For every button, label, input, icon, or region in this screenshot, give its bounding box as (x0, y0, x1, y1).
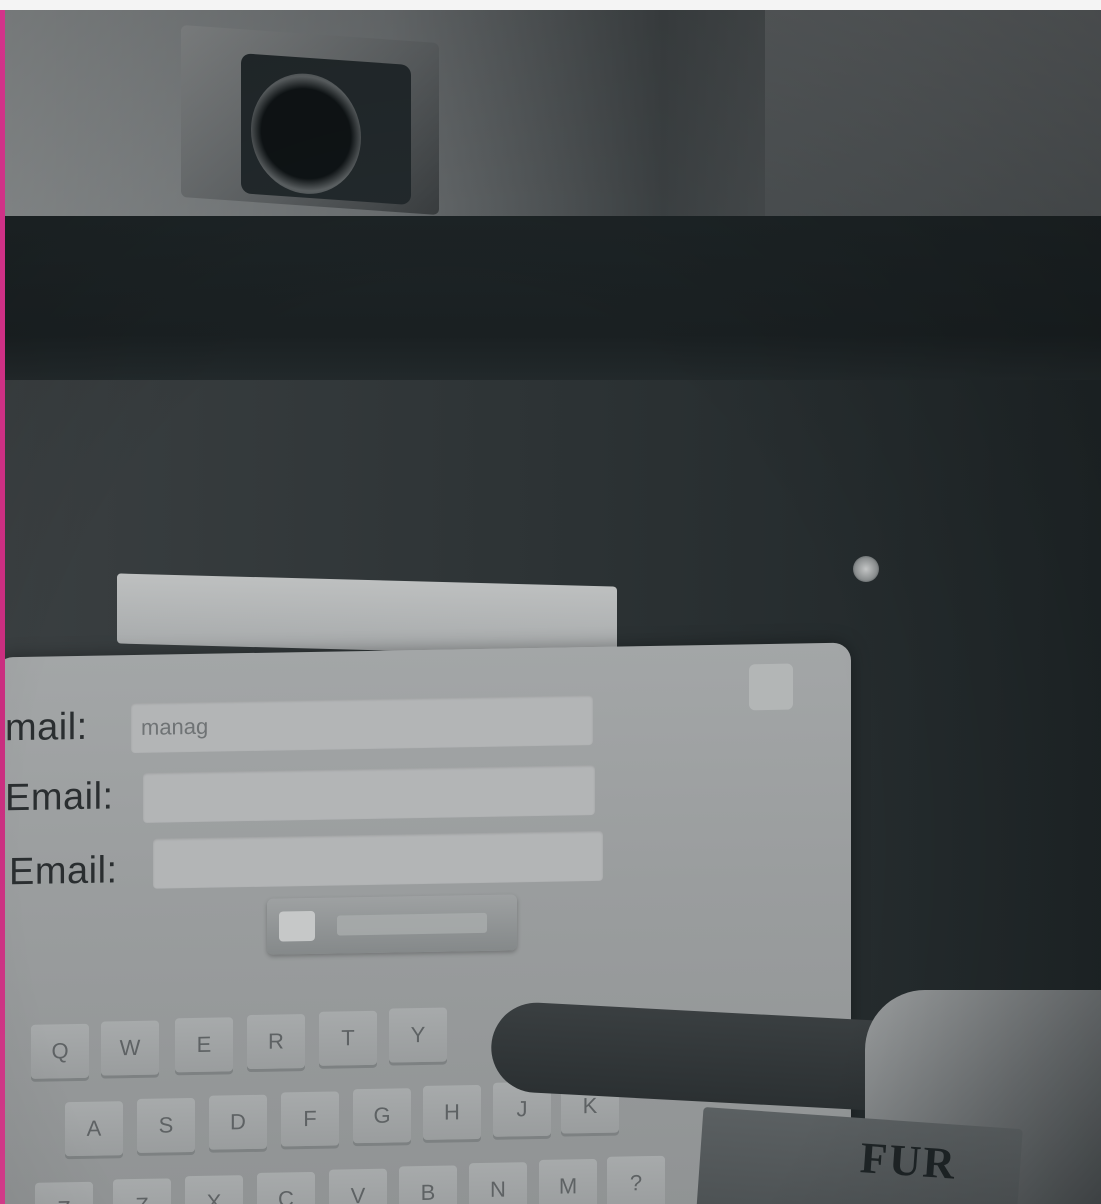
key: ? (607, 1155, 665, 1204)
key: Y (389, 1007, 447, 1063)
top-frame-edge (0, 0, 1101, 10)
field-input-1: manag (131, 695, 593, 754)
key: F (281, 1091, 339, 1147)
paper-stack (117, 573, 617, 657)
tablet-close-icon (749, 663, 793, 711)
key: Z (35, 1181, 93, 1204)
key: R (247, 1014, 305, 1070)
key: E (175, 1017, 233, 1073)
card-text: FUR (858, 1133, 959, 1189)
field-input-2 (143, 764, 595, 823)
key: Q (31, 1023, 89, 1079)
key: T (319, 1010, 377, 1066)
key: H (423, 1084, 481, 1140)
key: Z (113, 1178, 171, 1204)
key: M (539, 1158, 597, 1204)
field-label-3: Email: (9, 849, 118, 894)
key: D (209, 1094, 267, 1150)
send-icon (279, 910, 315, 942)
key: V (329, 1168, 387, 1204)
key: N (469, 1162, 527, 1204)
dark-shelf-band (5, 216, 1101, 386)
key: S (137, 1097, 195, 1153)
send-button (267, 894, 517, 955)
field-label-1: mail: (5, 705, 88, 750)
key: G (353, 1088, 411, 1144)
key: B (399, 1165, 457, 1204)
key: W (101, 1020, 159, 1076)
send-button-label-blur (337, 912, 487, 936)
key: C (257, 1171, 315, 1204)
field-input-3 (153, 830, 603, 889)
field-label-2: Email: (5, 775, 114, 820)
indicator-light (853, 556, 879, 582)
photo: mail: manag Email: Email: Q W E R T Y A … (5, 10, 1101, 1204)
webcam-mount (181, 24, 439, 216)
key: X (185, 1175, 243, 1204)
key: A (65, 1101, 123, 1157)
